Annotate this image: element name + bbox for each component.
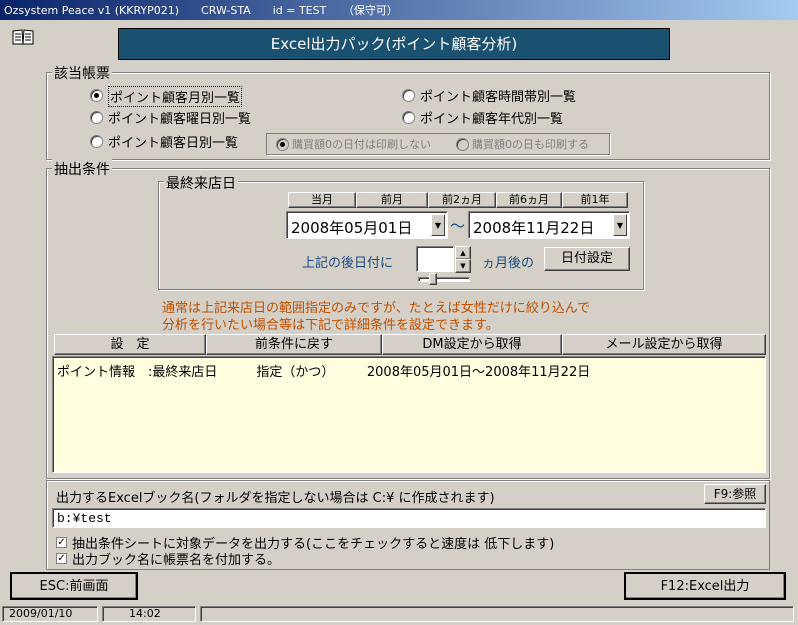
report-type-legend: 該当帳票 (52, 63, 112, 83)
quick-6-months-button[interactable]: 前6ヵ月 (496, 192, 562, 208)
window-title: Ozsystem Peace v1 (KKRYP021) CRW-STA id … (4, 4, 398, 17)
month-offset-slider-track[interactable] (418, 277, 470, 282)
date-to-dropdown[interactable]: ▼ (613, 214, 627, 236)
book-icon[interactable] (12, 28, 34, 46)
radio-daily[interactable] (90, 135, 103, 148)
output-conditions-sheet-checkbox[interactable]: ✓ (56, 537, 67, 548)
radio-monthly-label[interactable]: ポイント顧客月別一覧 (108, 86, 243, 107)
esc-back-button[interactable]: ESC:前画面 (10, 572, 138, 600)
output-filename-input[interactable]: b:¥test (52, 508, 766, 528)
radio-no-print-zero-label[interactable]: 購買額0の日付は印刷しない (292, 136, 431, 152)
status-date: 2009/01/10 (2, 606, 98, 622)
output-filename-label: 出力するExcelブック名(フォルダを指定しない場合は C:¥ に作成されます) (56, 491, 495, 506)
append-report-name-label[interactable]: 出力ブック名に帳票名を付加する。 (72, 549, 280, 568)
month-offset-input[interactable] (416, 246, 454, 272)
chevron-down-icon: ▼ (616, 221, 624, 230)
chevron-down-icon: ▼ (434, 221, 442, 230)
output-filename-value: b:¥test (57, 511, 112, 526)
radio-print-zero-label[interactable]: 購買額0の日も印刷する (472, 136, 589, 152)
radio-age-label[interactable]: ポイント顧客年代別一覧 (420, 108, 563, 127)
date-from-dropdown[interactable]: ▼ (431, 214, 445, 236)
radio-print-zero[interactable] (456, 138, 469, 151)
restore-previous-button[interactable]: 前条件に戻す (206, 334, 382, 355)
page-title-banner: Excel出力パック(ポイント顧客分析) (118, 28, 670, 60)
month-offset-slider-thumb[interactable] (429, 273, 437, 285)
window-titlebar: Ozsystem Peace v1 (KKRYP021) CRW-STA id … (0, 0, 798, 20)
date-to-value: 2008年11月22日 (473, 219, 595, 237)
radio-daily-label[interactable]: ポイント顧客日別一覧 (108, 132, 238, 151)
note-line-2: 分析を行いたい場合等は下記で詳細条件を設定できます。 (162, 318, 499, 333)
radio-weekday-label[interactable]: ポイント顧客曜日別一覧 (108, 108, 251, 127)
after-date-label: 上記の後日付に (302, 256, 394, 271)
months-after-label: ヵ月後の (482, 256, 535, 271)
quick-1-year-button[interactable]: 前1年 (562, 192, 628, 208)
quick-this-month-button[interactable]: 当月 (288, 192, 356, 208)
condition-line: ポイント情報 :最終来店日 指定（かつ） 2008年05月01日～2008年11… (57, 365, 591, 380)
settings-button[interactable]: 設 定 (54, 334, 206, 355)
append-report-name-checkbox[interactable]: ✓ (56, 553, 67, 564)
month-offset-spin-up[interactable]: ▲ (455, 246, 471, 260)
radio-monthly[interactable] (90, 89, 103, 102)
date-from-field[interactable]: 2008年05月01日 ▼ (286, 211, 448, 239)
last-visit-legend: 最終来店日 (164, 173, 238, 193)
get-from-mail-button[interactable]: メール設定から取得 (562, 334, 766, 355)
status-message (200, 606, 794, 622)
quick-last-month-button[interactable]: 前月 (356, 192, 428, 208)
radio-timeslot[interactable] (402, 89, 415, 102)
radio-no-print-zero[interactable] (276, 138, 289, 151)
set-date-button[interactable]: 日付設定 (544, 247, 630, 271)
condition-textarea[interactable]: ポイント情報 :最終来店日 指定（かつ） 2008年05月01日～2008年11… (52, 356, 766, 473)
chevron-down-icon: ▼ (460, 262, 466, 270)
date-to-field[interactable]: 2008年11月22日 ▼ (468, 211, 630, 239)
get-from-dm-button[interactable]: DM設定から取得 (382, 334, 562, 355)
chevron-up-icon: ▲ (460, 249, 466, 257)
quick-2-months-button[interactable]: 前2ヵ月 (428, 192, 496, 208)
extract-conditions-legend: 抽出条件 (52, 159, 112, 179)
month-offset-spin-down[interactable]: ▼ (455, 259, 471, 273)
status-time: 14:02 (102, 606, 196, 622)
radio-timeslot-label[interactable]: ポイント顧客時間帯別一覧 (420, 86, 576, 105)
browse-button[interactable]: F9:参照 (704, 484, 766, 504)
date-range-tilde: ～ (450, 217, 466, 235)
radio-age[interactable] (402, 111, 415, 124)
excel-output-button[interactable]: F12:Excel出力 (624, 572, 786, 600)
date-from-value: 2008年05月01日 (291, 219, 413, 237)
radio-weekday[interactable] (90, 111, 103, 124)
